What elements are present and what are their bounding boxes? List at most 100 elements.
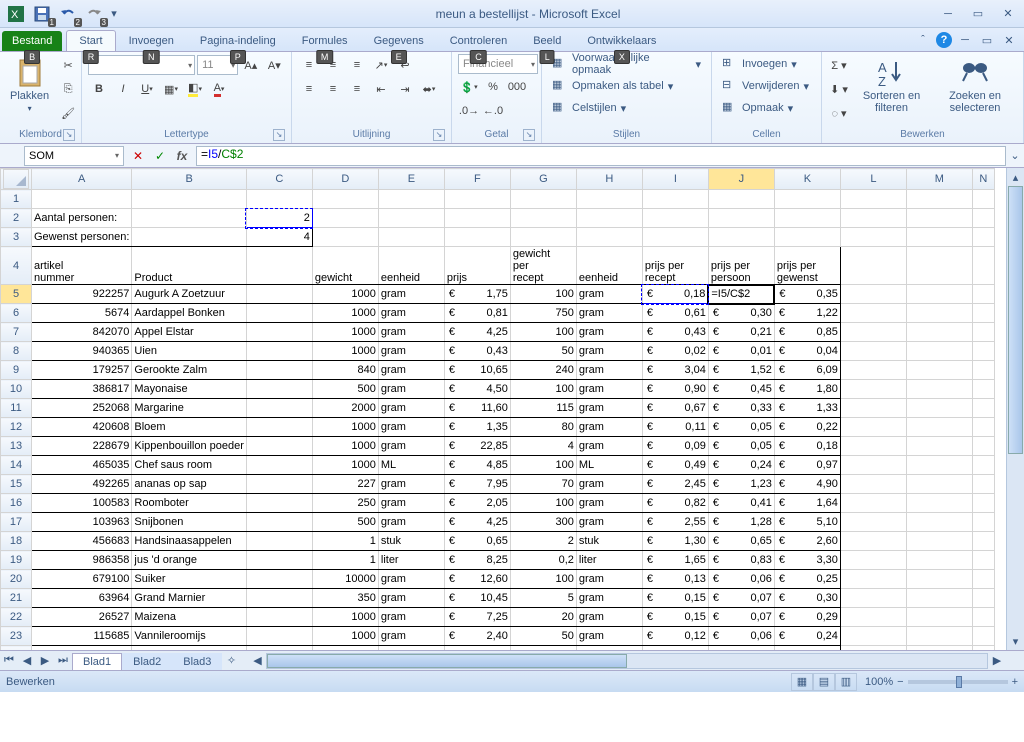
cell[interactable]: gram [378, 380, 444, 399]
cell[interactable]: gram [576, 323, 642, 342]
page-break-view-icon[interactable]: ▥ [835, 673, 857, 691]
cell[interactable]: gram [378, 285, 444, 304]
tab-start[interactable]: StartR [66, 30, 115, 51]
cell[interactable] [840, 209, 906, 228]
cell[interactable]: 2000 [312, 399, 378, 418]
cell[interactable]: 1000 [312, 456, 378, 475]
cell[interactable] [246, 627, 312, 646]
new-sheet-icon[interactable]: ✧ [222, 652, 240, 670]
win-restore-icon[interactable]: ▭ [978, 31, 996, 49]
cell[interactable] [972, 247, 994, 285]
cell[interactable]: 5674 [32, 304, 132, 323]
cell[interactable]: 1,22 [774, 304, 840, 323]
cell[interactable] [246, 551, 312, 570]
percent-icon[interactable]: % [482, 76, 504, 98]
cell[interactable]: 0,49 [642, 456, 708, 475]
cell[interactable] [708, 190, 774, 209]
cell[interactable] [444, 228, 510, 247]
cell[interactable]: 500 [312, 513, 378, 532]
cell[interactable]: 10,45 [444, 589, 510, 608]
cell[interactable] [642, 228, 708, 247]
cell[interactable] [132, 228, 246, 247]
cell[interactable] [246, 437, 312, 456]
cell[interactable]: gram [576, 513, 642, 532]
cell[interactable] [774, 209, 840, 228]
cell[interactable]: 456683 [32, 532, 132, 551]
cell[interactable] [906, 247, 972, 285]
cell[interactable]: 50 [510, 627, 576, 646]
cell[interactable]: gram [576, 399, 642, 418]
cell[interactable] [246, 456, 312, 475]
cell[interactable] [906, 380, 972, 399]
cell[interactable]: 3,30 [774, 551, 840, 570]
cell-styles-button[interactable]: ▦Celstijlen ▾ [548, 98, 705, 118]
cell[interactable] [840, 627, 906, 646]
cell[interactable]: Snijbonen [132, 513, 246, 532]
cell[interactable] [840, 456, 906, 475]
cell[interactable] [906, 627, 972, 646]
cell[interactable]: 0,29 [774, 608, 840, 627]
cell[interactable]: 465035 [32, 456, 132, 475]
cell[interactable]: 1000 [312, 304, 378, 323]
cell[interactable]: 115685 [32, 627, 132, 646]
cell[interactable]: gram [576, 418, 642, 437]
row-header[interactable]: 12 [1, 418, 32, 437]
cell[interactable] [840, 247, 906, 285]
cell[interactable]: 0,05 [708, 418, 774, 437]
cell[interactable] [840, 361, 906, 380]
cell[interactable] [312, 190, 378, 209]
format-painter-icon[interactable]: 🖌 [57, 102, 79, 124]
cell[interactable]: 0,35 [774, 285, 840, 304]
row-header[interactable]: 3 [1, 228, 32, 247]
expand-formula-icon[interactable]: ⌄ [1006, 149, 1024, 162]
cell[interactable]: 492265 [32, 475, 132, 494]
cell[interactable]: 0,11 [642, 418, 708, 437]
cell[interactable]: jus 'd orange [132, 551, 246, 570]
cell[interactable] [642, 190, 708, 209]
cell[interactable] [510, 209, 576, 228]
cell[interactable]: 0,83 [708, 551, 774, 570]
clear-icon[interactable]: ◌ ▾ [828, 102, 850, 124]
cell[interactable]: 0,43 [444, 342, 510, 361]
cell[interactable]: 0,85 [774, 323, 840, 342]
save-icon[interactable]: 1 [30, 3, 54, 25]
cell[interactable]: Gerookte Zalm [132, 361, 246, 380]
cell[interactable]: gram [378, 589, 444, 608]
cell[interactable]: 0,21 [708, 646, 774, 651]
cell[interactable] [972, 570, 994, 589]
cell[interactable] [132, 190, 246, 209]
cell[interactable]: gram [576, 380, 642, 399]
cell[interactable]: 0,2 [510, 551, 576, 570]
cell[interactable]: gram [378, 475, 444, 494]
cell[interactable] [972, 589, 994, 608]
cell[interactable] [972, 608, 994, 627]
dialog-launcher-icon[interactable]: ↘ [273, 129, 285, 141]
cell[interactable]: gram [576, 342, 642, 361]
cell[interactable] [246, 646, 312, 651]
excel-icon[interactable]: X [4, 3, 28, 25]
column-header[interactable]: J [708, 169, 774, 190]
zoom-level[interactable]: 100% [865, 676, 893, 688]
cell[interactable] [972, 323, 994, 342]
normal-view-icon[interactable]: ▦ [791, 673, 813, 691]
name-box[interactable]: SOM▾ [24, 146, 124, 166]
cell[interactable]: 0,09 [642, 437, 708, 456]
cell[interactable]: 7,95 [444, 475, 510, 494]
cell[interactable]: 4,25 [444, 513, 510, 532]
cell[interactable]: ML [378, 456, 444, 475]
cell[interactable]: 4,25 [444, 323, 510, 342]
cell[interactable]: 0,12 [642, 627, 708, 646]
cell[interactable]: gram [378, 646, 444, 651]
cell[interactable] [906, 285, 972, 304]
cell[interactable]: gram [378, 570, 444, 589]
cell[interactable] [972, 532, 994, 551]
column-header[interactable]: M [906, 169, 972, 190]
cell[interactable]: 1000 [312, 418, 378, 437]
row-header[interactable]: 11 [1, 399, 32, 418]
cell[interactable]: 0,01 [708, 342, 774, 361]
cell[interactable] [906, 513, 972, 532]
underline-icon[interactable]: U▾ [136, 78, 158, 100]
cell[interactable]: ananas op sap [132, 475, 246, 494]
zoom-slider[interactable] [908, 680, 1008, 684]
cell[interactable] [840, 570, 906, 589]
